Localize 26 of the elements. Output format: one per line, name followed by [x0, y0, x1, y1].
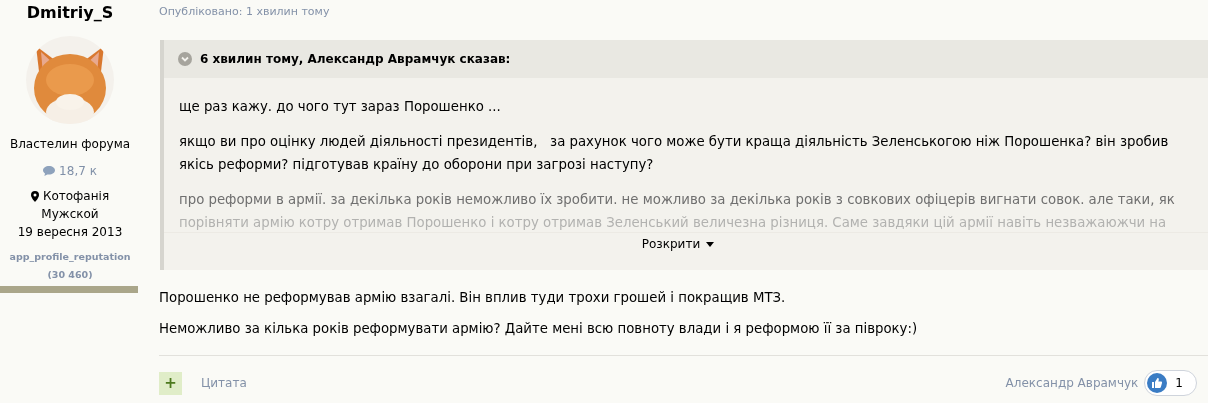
user-rank: Властелин форума: [9, 136, 131, 152]
post-text: Неможливо за кілька років реформувати армію? Дайте мені всю повноту влади і я реформою її за півроку:): [159, 320, 919, 338]
map-pin-icon: [30, 190, 39, 202]
thumbs-up-icon: [1147, 373, 1168, 393]
reputation-label: app_profile_reputation: [9, 250, 131, 264]
reputation-value: (30 460): [47, 268, 93, 282]
quote-text-line: про реформи в армії. за декілька років неможливо їх зробити. не можливо за декілька років з совкових офіцерів вигнати совок. але таки, як: [179, 191, 1176, 209]
username-link[interactable]: Dmitriy_S: [26, 3, 114, 23]
quote-text-line: порівняти армію котру отримав Порошенко і котру отримав Зеленський величезна різниця. Саме завдяки цій армії навіть незважаюжчи на: [179, 214, 1168, 232]
chevron-circle-icon[interactable]: [178, 52, 192, 66]
reaction-count: 1: [1175, 375, 1183, 392]
post-count: 18,7 к: [59, 163, 97, 179]
user-location: Котофанія: [42, 188, 110, 204]
quote-text-line: якісь реформи? підготував країну до оборони при загрозі наступу?: [179, 156, 655, 174]
quote-header: 6 хвилин тому, Александр Аврамчук сказав:: [200, 51, 511, 68]
reaction-button[interactable]: 1: [1144, 370, 1197, 396]
quote-text-line: якщо ви про оцінку людей діяльності президентів, за рахунок чого може бути краща діяльність Зеленськогою ніж Порошенка? він зробив: [179, 133, 1170, 151]
quote-text-line: ще раз кажу. до чого тут зараз Порошенко ...: [179, 98, 502, 116]
post-text: Порошенко не реформував армію взагалі. Він вплив туди трохи грошей і покращив МТЗ.: [159, 289, 787, 307]
join-date: 19 вересня 2013: [17, 224, 123, 240]
add-button[interactable]: +: [159, 371, 182, 395]
post-date: Опубліковано: 1 хвилин тому: [159, 5, 331, 19]
caret-icon: [706, 241, 715, 247]
speech-bubble-icon: [43, 166, 56, 176]
expand-button[interactable]: Розкрити: [641, 235, 715, 253]
user-gender: Мужской: [41, 206, 99, 222]
